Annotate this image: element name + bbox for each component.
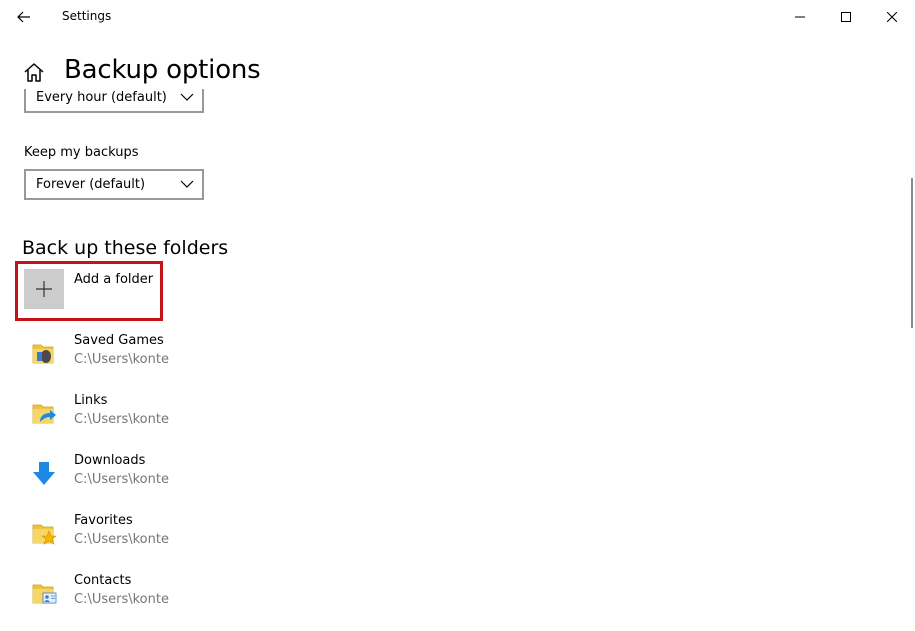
back-arrow-icon [17,11,30,22]
title-bar: Settings [0,0,915,33]
favorites-folder-icon [32,524,57,545]
folder-path: C:\Users\konte [74,472,169,487]
add-folder-button[interactable]: Add a folder [24,269,160,311]
backup-frequency-value: Every hour (default) [36,90,167,105]
folder-item-downloads[interactable]: Downloads C:\Users\konte [24,453,244,497]
add-folder-tile [24,269,64,309]
minimize-icon [795,16,805,17]
folder-path: C:\Users\konte [74,412,169,427]
window-title: Settings [62,9,112,23]
chevron-down-icon [180,180,194,188]
keep-backups-dropdown[interactable]: Forever (default) [24,169,204,200]
minimize-button[interactable] [777,0,823,33]
contacts-folder-icon [32,584,57,604]
folder-name: Downloads [74,453,146,468]
folder-item-favorites[interactable]: Favorites C:\Users\konte [24,513,244,557]
folder-name: Saved Games [74,333,164,348]
folder-item-contacts[interactable]: Contacts C:\Users\konte [24,573,244,617]
maximize-icon [841,11,851,22]
add-folder-label: Add a folder [74,272,154,287]
saved-games-folder-icon [32,344,54,364]
folder-name: Links [74,393,108,408]
folder-name: Favorites [74,513,133,528]
home-button-overlay[interactable] [22,61,46,85]
maximize-button[interactable] [823,0,869,33]
folder-path: C:\Users\konte [74,352,169,367]
chevron-down-icon [180,93,194,101]
keep-backups-label: Keep my backups [24,145,139,160]
folder-item-links[interactable]: Links C:\Users\konte [24,393,244,437]
close-icon [887,11,897,22]
folder-path: C:\Users\konte [74,592,169,607]
links-folder-icon [32,404,56,424]
folder-path: C:\Users\konte [74,532,169,547]
folder-name: Contacts [74,573,132,588]
folders-section-title: Back up these folders [22,237,229,259]
close-button[interactable] [869,0,915,33]
back-button[interactable] [0,0,48,33]
downloads-arrow-icon [33,462,55,485]
plus-icon [36,281,52,297]
home-icon [24,63,44,82]
vertical-scrollbar[interactable] [911,178,913,328]
folder-item-saved-games[interactable]: Saved Games C:\Users\konte [24,333,244,377]
page-title-overlay: Backup options [64,55,261,85]
keep-backups-value: Forever (default) [36,177,146,192]
